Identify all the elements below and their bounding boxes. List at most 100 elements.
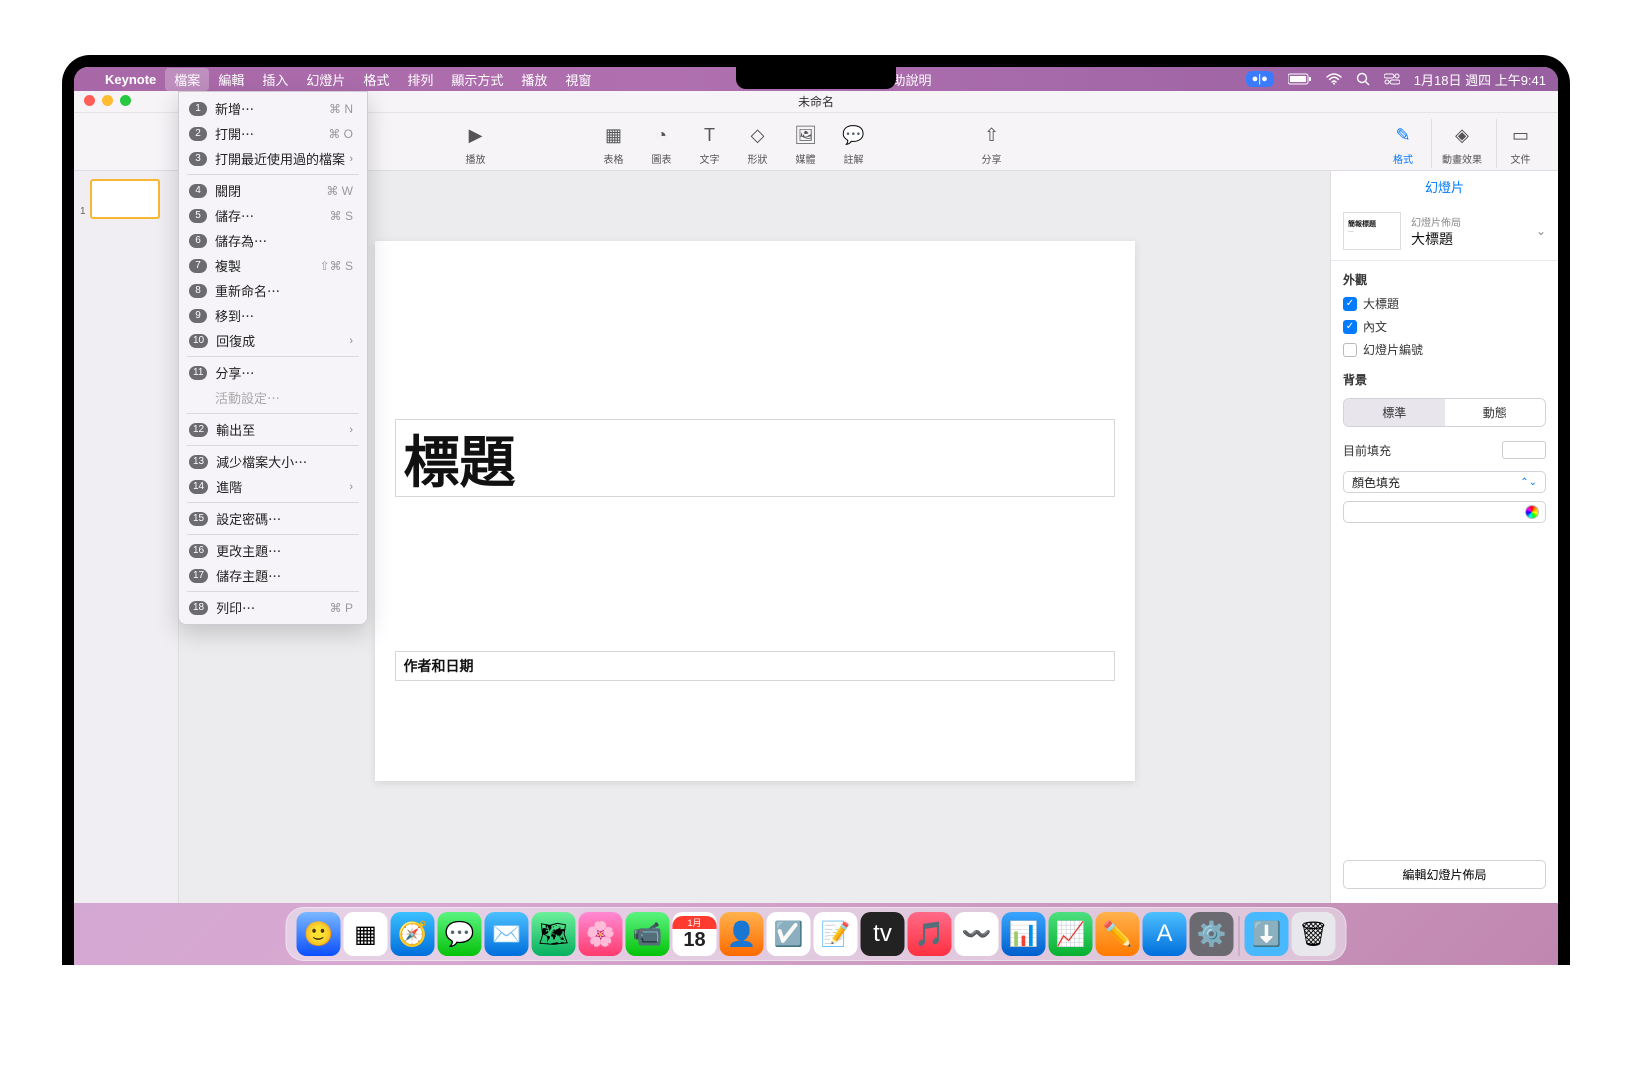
maximize-button[interactable] (120, 95, 131, 106)
dock-maps-icon[interactable]: 🗺 (532, 912, 576, 956)
menu-item[interactable]: 5儲存⋯⌘ S (179, 203, 367, 228)
dock-mail-icon[interactable]: ✉️ (485, 912, 529, 956)
app-menu[interactable]: Keynote (96, 70, 165, 89)
menu-window[interactable]: 視窗 (556, 68, 600, 91)
control-center-icon[interactable] (1384, 73, 1400, 85)
menu-arrange[interactable]: 排列 (398, 68, 442, 91)
dock-launchpad-icon[interactable]: ▦ (344, 912, 388, 956)
menu-item[interactable]: 15設定密碼⋯ (179, 506, 367, 531)
seg-standard[interactable]: 標準 (1344, 399, 1445, 426)
menu-item[interactable]: 17儲存主題⋯ (179, 563, 367, 588)
battery-icon[interactable] (1288, 73, 1312, 85)
dock-calendar-icon[interactable]: 1月 18 (673, 912, 717, 956)
dock-safari-icon[interactable]: 🧭 (391, 912, 435, 956)
dock-trash-icon[interactable]: 🗑 (1292, 912, 1336, 956)
dock-keynote-icon[interactable]: 📊 (1002, 912, 1046, 956)
checkbox-body[interactable]: ✓ (1343, 320, 1357, 334)
menu-item[interactable]: 3打開最近使用過的檔案› (179, 146, 367, 171)
format-tab[interactable]: ✎ 格式 (1379, 119, 1427, 168)
dock-appstore-icon[interactable]: A (1143, 912, 1187, 956)
text-button[interactable]: T 文字 (686, 119, 734, 168)
chart-label: 圖表 (652, 151, 672, 166)
dock-messages-icon[interactable]: 💬 (438, 912, 482, 956)
file-menu-dropdown[interactable]: 1新增⋯⌘ N2打開⋯⌘ O3打開最近使用過的檔案› 4關閉⌘ W5儲存⋯⌘ S6… (178, 91, 368, 625)
dock-music-icon[interactable]: 🎵 (908, 912, 952, 956)
menu-slide[interactable]: 幻燈片 (297, 68, 354, 91)
dock-contacts-icon[interactable]: 👤 (720, 912, 764, 956)
slide[interactable]: 標題 作者和日期 (375, 241, 1135, 781)
menu-view[interactable]: 顯示方式 (442, 68, 512, 91)
dock-reminders-icon[interactable]: ☑️ (767, 912, 811, 956)
menu-item[interactable]: 7複製⇧⌘ S (179, 253, 367, 278)
slide-navigator[interactable]: 1 (74, 171, 179, 903)
dock-tv-icon[interactable]: tv (861, 912, 905, 956)
checkbox-title[interactable]: ✓ (1343, 297, 1357, 311)
menu-item[interactable]: 4關閉⌘ W (179, 178, 367, 203)
menu-format[interactable]: 格式 (354, 68, 398, 91)
menu-item[interactable]: 1新增⋯⌘ N (179, 96, 367, 121)
seg-dynamic[interactable]: 動態 (1445, 399, 1546, 426)
menu-edit[interactable]: 編輯 (209, 68, 253, 91)
fill-swatch[interactable] (1502, 441, 1546, 459)
menu-item[interactable]: 14進階› (179, 474, 367, 499)
share-button[interactable]: ⇧ 分享 (968, 119, 1016, 168)
spotlight-icon[interactable] (1356, 72, 1370, 86)
check-body-row[interactable]: ✓ 內文 (1331, 315, 1558, 338)
menu-item[interactable]: 18列印⋯⌘ P (179, 595, 367, 620)
dock-finder-icon[interactable]: 🙂 (297, 912, 341, 956)
menu-badge: 13 (189, 455, 208, 469)
dock-downloads-icon[interactable]: ⬇️ (1245, 912, 1289, 956)
dock[interactable]: 🙂 ▦ 🧭 💬 ✉️ 🗺 🌸 📹 1月 18 👤 ☑️ 📝 tv 🎵 〰️ 📊 … (286, 907, 1347, 961)
table-button[interactable]: ▦ 表格 (590, 119, 638, 168)
menu-item[interactable]: 11分享⋯ (179, 360, 367, 385)
play-button[interactable]: ▶ 播放 (452, 119, 500, 168)
chevron-right-icon: › (349, 481, 353, 493)
menu-item[interactable]: 2打開⋯⌘ O (179, 121, 367, 146)
menu-item[interactable]: 12輸出至› (179, 417, 367, 442)
minimize-button[interactable] (102, 95, 113, 106)
fill-color-row[interactable] (1343, 501, 1546, 523)
comment-button[interactable]: 💬 註解 (830, 119, 878, 168)
color-wheel-icon[interactable] (1525, 505, 1539, 519)
document-tab[interactable]: ▭ 文件 (1496, 119, 1544, 168)
close-button[interactable] (84, 95, 95, 106)
menu-item[interactable]: 10回復成› (179, 328, 367, 353)
dock-numbers-icon[interactable]: 📈 (1049, 912, 1093, 956)
slide-thumbnail[interactable] (90, 179, 160, 219)
dock-notes-icon[interactable]: 📝 (814, 912, 858, 956)
animate-tab[interactable]: ◈ 動畫效果 (1431, 119, 1492, 168)
menu-item[interactable]: 9移到⋯ (179, 303, 367, 328)
edit-layout-button[interactable]: 編輯幻燈片佈局 (1343, 860, 1546, 889)
background-segmented[interactable]: 標準 動態 (1343, 398, 1546, 427)
menu-item[interactable]: 6儲存為⋯ (179, 228, 367, 253)
menu-file[interactable]: 檔案 (165, 68, 209, 91)
dock-settings-icon[interactable]: ⚙️ (1190, 912, 1234, 956)
slide-thumbnail-row[interactable]: 1 (74, 177, 178, 221)
menu-separator (187, 534, 359, 535)
title-placeholder[interactable]: 標題 (395, 419, 1115, 497)
author-placeholder[interactable]: 作者和日期 (395, 651, 1115, 681)
fill-type-select[interactable]: 顏色填充 ⌃⌄ (1343, 471, 1546, 493)
dock-facetime-icon[interactable]: 📹 (626, 912, 670, 956)
dock-pages-icon[interactable]: ✏️ (1096, 912, 1140, 956)
shape-button[interactable]: ◇ 形狀 (734, 119, 782, 168)
menu-insert[interactable]: 插入 (253, 68, 297, 91)
wifi-icon[interactable] (1326, 73, 1342, 85)
menubar-datetime[interactable]: 1月18日 週四 上午9:41 (1414, 70, 1546, 89)
inspector-tab-slide[interactable]: 幻燈片 (1331, 171, 1558, 202)
check-title-row[interactable]: ✓ 大標題 (1331, 292, 1558, 315)
menu-item[interactable]: 16更改主題⋯ (179, 538, 367, 563)
menu-badge: 11 (189, 366, 207, 380)
menu-shortcut: ⇧⌘ S (320, 259, 353, 273)
siri-icon[interactable]: ●|● (1246, 71, 1274, 87)
check-number-row[interactable]: 幻燈片編號 (1331, 338, 1558, 361)
menu-item[interactable]: 13減少檔案大小⋯ (179, 449, 367, 474)
checkbox-number[interactable] (1343, 343, 1357, 357)
layout-picker[interactable]: 簡報標題── 幻燈片佈局 大標題 ⌄ (1331, 202, 1558, 261)
menu-item[interactable]: 8重新命名⋯ (179, 278, 367, 303)
chart-button[interactable]: ◔ 圖表 (638, 119, 686, 168)
menu-play[interactable]: 播放 (512, 68, 556, 91)
dock-photos-icon[interactable]: 🌸 (579, 912, 623, 956)
dock-freeform-icon[interactable]: 〰️ (955, 912, 999, 956)
media-button[interactable]: 🖼 媒體 (782, 119, 830, 168)
